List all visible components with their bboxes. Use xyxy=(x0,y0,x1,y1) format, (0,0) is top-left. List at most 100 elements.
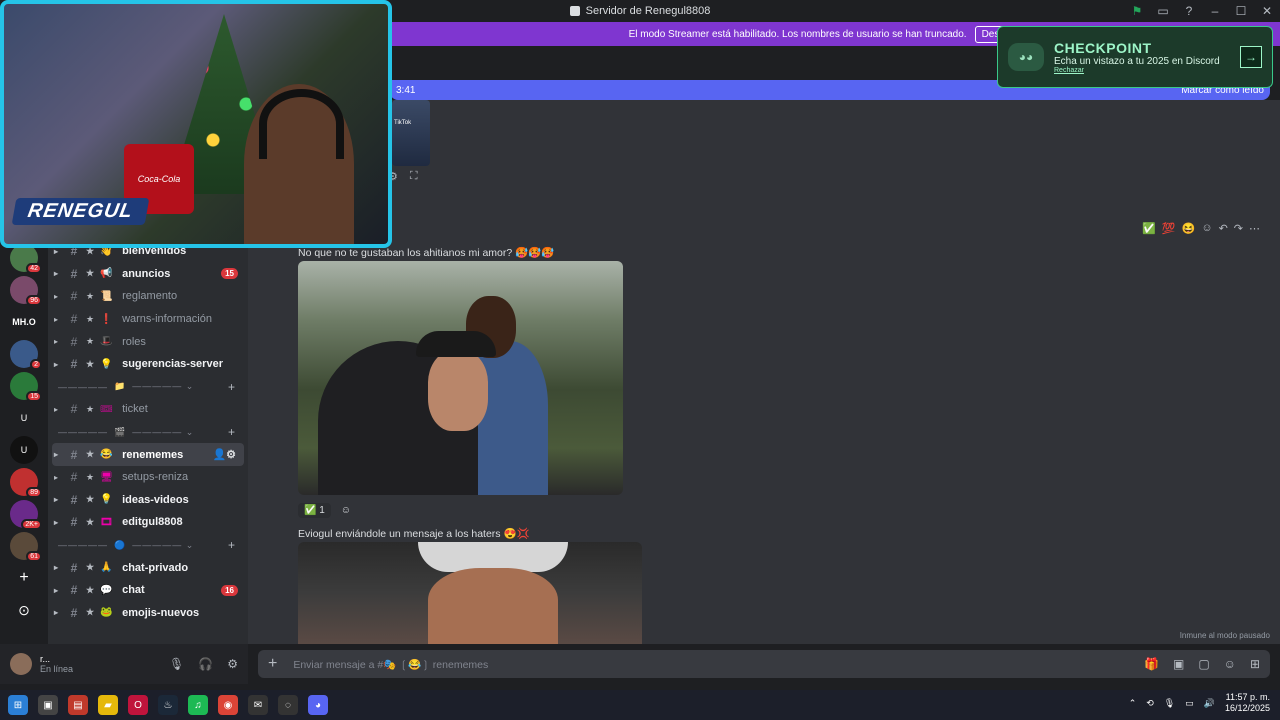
server-icon[interactable]: 42 xyxy=(10,244,42,274)
channel-name: reglamento xyxy=(122,290,178,303)
fullscreen-icon[interactable]: ⛶ xyxy=(410,170,418,183)
channel-name: sugerencias-server xyxy=(122,358,223,371)
channel-item-ideas-videos[interactable]: ▸ # ★ 💡 ideas-videos xyxy=(48,489,248,512)
flag-icon[interactable]: ⚑ xyxy=(1124,4,1150,18)
message-image[interactable] xyxy=(298,261,623,495)
arrow-right-icon[interactable]: → xyxy=(1240,46,1262,68)
100-reaction-icon[interactable]: 💯 xyxy=(1162,222,1176,235)
chrome-icon[interactable]: ◉ xyxy=(218,695,238,715)
check-reaction[interactable]: ✅ 1 xyxy=(298,503,331,518)
chevron-up-icon[interactable]: ⌃ xyxy=(1129,698,1137,709)
channel-item-warns-información[interactable]: ▸ # ★ ❗ warns-información xyxy=(48,308,248,331)
server-icon[interactable]: U xyxy=(10,404,38,432)
spotify-icon[interactable]: ♫ xyxy=(188,695,208,715)
attach-plus-icon[interactable]: + xyxy=(268,655,277,673)
channel-item-reglamento[interactable]: ▸ # ★ 📜 reglamento xyxy=(48,285,248,308)
hash-icon: # xyxy=(70,289,78,304)
system-tray: ⌃ ⟲ 🎙 ▭ 🔊 11:57 p. m. 16/12/2025 xyxy=(1129,692,1270,714)
reply-icon[interactable]: ↶ xyxy=(1219,222,1228,235)
user-status: En línea xyxy=(40,664,74,674)
unread-badge: 15 xyxy=(221,268,238,280)
server-list: 42 96 MH.O 2 15 U U 89 2K+ 61 + ⊙ xyxy=(0,240,48,644)
checkpoint-dismiss[interactable]: Rechazar xyxy=(1054,67,1220,74)
apps-icon[interactable]: ⊞ xyxy=(1250,657,1260,671)
unread-time: 3:41 xyxy=(396,84,416,96)
minimize-button[interactable]: – xyxy=(1202,4,1228,18)
message-actions-toolbar: ✅ 💯 😆 ☺ ↶ ↷ ⋯ xyxy=(1142,222,1260,235)
channel-name: warns-información xyxy=(122,313,212,326)
hash-icon: # xyxy=(70,583,78,598)
network-icon[interactable]: ▭ xyxy=(1185,698,1194,709)
maximize-button[interactable]: ☐ xyxy=(1228,4,1254,18)
channel-item-chat[interactable]: ▸ # ★ 💬 chat 16 xyxy=(48,579,248,602)
gif-icon[interactable]: ▣ xyxy=(1173,657,1184,671)
server-icon[interactable]: MH.O xyxy=(10,308,38,336)
add-server-icon[interactable]: + xyxy=(10,564,38,592)
help-icon[interactable]: ? xyxy=(1176,4,1202,18)
chevron-right-icon: ▸ xyxy=(54,291,59,301)
channel-item-setups-reniza[interactable]: ▸ # ★ 🖥 setups-reniza xyxy=(48,466,248,489)
headphones-icon[interactable]: 🎧 xyxy=(198,657,213,671)
checkpoint-promo[interactable]: ◕◕ CHECKPOINT Echa un vistazo a tu 2025 … xyxy=(997,26,1273,88)
add-channel-icon[interactable]: + xyxy=(228,425,236,439)
laugh-reaction-icon[interactable]: 😆 xyxy=(1182,222,1196,235)
settings-icon[interactable]: ⚙ xyxy=(227,657,238,671)
folder-icon[interactable]: ▰ xyxy=(98,695,118,715)
channel-item-chat-privado[interactable]: ▸ # ★ 🙏 chat-privado xyxy=(48,556,248,579)
category-separator[interactable]: ————— 📁 ————— ⌄ + xyxy=(48,376,248,399)
category-separator[interactable]: ————— 🎬 ————— ⌄ + xyxy=(48,421,248,444)
microphone-icon[interactable]: 🎙 xyxy=(169,657,184,671)
sticker-icon[interactable]: ▢ xyxy=(1198,657,1209,671)
invite-settings-icon[interactable]: 👤⚙ xyxy=(212,448,236,461)
star-icon: ★ xyxy=(86,358,95,369)
channel-item-ticket[interactable]: ▸ # ★ 🎟 ticket xyxy=(48,398,248,421)
channel-item-editgul8808[interactable]: ▸ # ★ 🎞 editgul8808 xyxy=(48,511,248,534)
avatar[interactable] xyxy=(10,653,32,675)
check-reaction-icon[interactable]: ✅ xyxy=(1142,222,1156,235)
message-input[interactable]: Enviar mensaje a #🎭 ❲😂❳ renememes xyxy=(293,658,488,671)
server-icon[interactable]: 2K+ xyxy=(10,500,42,530)
add-channel-icon[interactable]: + xyxy=(228,380,236,394)
microphone-icon[interactable]: 🎙 xyxy=(1164,698,1175,709)
steam-icon[interactable]: ♨ xyxy=(158,695,178,715)
start-icon[interactable]: ⊞ xyxy=(8,695,28,715)
server-icon[interactable]: 96 xyxy=(10,276,42,306)
chevron-right-icon: ▸ xyxy=(54,269,59,279)
server-icon[interactable]: 2 xyxy=(10,340,42,370)
more-icon[interactable]: ⋯ xyxy=(1249,222,1260,235)
channel-item-roles[interactable]: ▸ # ★ 🎩 roles xyxy=(48,330,248,353)
forward-icon[interactable]: ↷ xyxy=(1234,222,1243,235)
server-icon[interactable]: 61 xyxy=(10,532,42,562)
task-view-icon[interactable]: ▣ xyxy=(38,695,58,715)
category-separator[interactable]: ————— 🔵 ————— ⌄ + xyxy=(48,534,248,557)
webcam-overlay: Coca-Cola RENEGUL xyxy=(0,0,392,248)
server-icon[interactable]: 15 xyxy=(10,372,42,402)
chevron-right-icon: ▸ xyxy=(54,517,59,527)
channel-item-renememes[interactable]: ▸ # ★ 😂 renememes 👤⚙ xyxy=(52,443,244,466)
emoji-icon[interactable]: ☺ xyxy=(1224,657,1236,671)
clock[interactable]: 11:57 p. m. 16/12/2025 xyxy=(1225,692,1270,714)
hash-icon: # xyxy=(70,357,78,372)
add-reaction-icon[interactable]: ☺ xyxy=(341,505,351,516)
message-image[interactable] xyxy=(298,542,642,644)
channel-item-sugerencias-server[interactable]: ▸ # ★ 💡 sugerencias-server xyxy=(48,353,248,376)
add-reaction-icon[interactable]: ☺ xyxy=(1201,222,1212,235)
opera-icon[interactable]: O xyxy=(128,695,148,715)
gift-icon[interactable]: 🎁 xyxy=(1144,657,1159,671)
inbox-icon[interactable]: ▭ xyxy=(1150,4,1176,18)
app-icon[interactable]: ▤ xyxy=(68,695,88,715)
clock-time: 11:57 p. m. xyxy=(1225,692,1270,702)
channel-item-emojis-nuevos[interactable]: ▸ # ★ 🐸 emojis-nuevos xyxy=(48,602,248,625)
server-icon[interactable]: 89 xyxy=(10,468,42,498)
channel-item-anuncios[interactable]: ▸ # ★ 📢 anuncios 15 xyxy=(48,263,248,286)
discover-icon[interactable]: ⊙ xyxy=(10,596,38,624)
sync-icon[interactable]: ⟲ xyxy=(1146,698,1154,709)
discord-icon[interactable]: ◕ xyxy=(308,695,328,715)
app-icon[interactable]: ✉ xyxy=(248,695,268,715)
volume-icon[interactable]: 🔊 xyxy=(1204,698,1215,709)
add-channel-icon[interactable]: + xyxy=(228,538,236,552)
obs-icon[interactable]: ◌ xyxy=(278,695,298,715)
tiktok-embed[interactable]: TikTok xyxy=(392,100,430,166)
close-button[interactable]: ✕ xyxy=(1254,4,1280,18)
server-icon[interactable]: U xyxy=(10,436,38,464)
